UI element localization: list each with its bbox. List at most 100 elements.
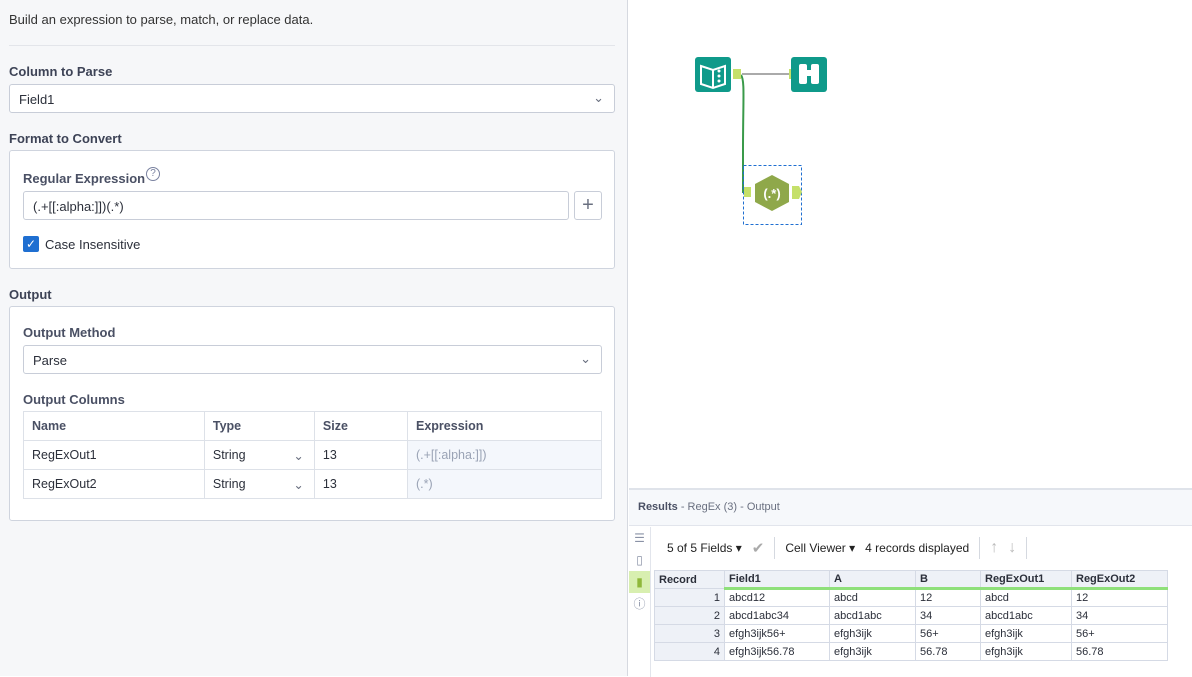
records-count: 4 records displayed (865, 541, 970, 555)
table-row: 4 efgh3ijk56.78 efgh3ijk 56.78 efgh3ijk 56.78 (654, 642, 1168, 661)
results-header: Results - RegEx (3) - Output (629, 490, 1192, 526)
divider (979, 537, 981, 559)
cell[interactable]: 12 (915, 588, 981, 607)
col-header[interactable]: RegExOut2 (1071, 570, 1168, 590)
col-header[interactable]: B (915, 570, 981, 590)
table-row: RegExOut2 String ⌄ 13 (.*) (23, 469, 602, 499)
cell[interactable]: abcd (980, 588, 1072, 607)
cell[interactable]: efgh3ijk (829, 624, 916, 643)
results-title: Results (638, 501, 678, 513)
output-label: Output (9, 287, 52, 302)
cell[interactable]: efgh3ijk (829, 642, 916, 661)
help-icon[interactable]: ⓘ (629, 593, 650, 615)
divider (9, 45, 615, 46)
col-header: Size (313, 411, 409, 441)
cell[interactable]: efgh3ijk (980, 624, 1072, 643)
cell[interactable]: abcd1abc (829, 606, 916, 625)
cell[interactable]: 56.78 (1071, 642, 1168, 661)
list-icon[interactable]: ☰ (629, 527, 650, 549)
check-icon[interactable]: ✔ (752, 539, 765, 557)
size-cell[interactable]: 13 (313, 469, 409, 499)
cell[interactable]: 56+ (915, 624, 981, 643)
cell[interactable]: 12 (1071, 588, 1168, 607)
results-sidebar: ☰ ▯ ▮ ⓘ (629, 527, 651, 677)
arrow-down-icon[interactable]: ↓ (1008, 539, 1016, 557)
cell[interactable]: 56.78 (915, 642, 981, 661)
type-value: String (212, 448, 246, 462)
cell[interactable]: efgh3ijk (980, 642, 1072, 661)
case-insensitive-label: Case Insensitive (45, 237, 141, 252)
workflow-canvas[interactable]: (.*) (629, 0, 1192, 488)
cell[interactable]: abcd (829, 588, 916, 607)
case-insensitive-checkbox[interactable]: ✓ (23, 236, 39, 252)
regex-value: (.+[[:alpha:]])(.*) (33, 199, 124, 214)
col-header: Type (203, 411, 315, 441)
cell[interactable]: abcd1abc34 (724, 606, 830, 625)
chevron-down-icon: ⌄ (293, 449, 304, 463)
cell[interactable]: abcd12 (724, 588, 830, 607)
column-to-parse-select[interactable]: Field1 ⌄ (9, 84, 615, 113)
cell[interactable]: 4 (654, 642, 725, 661)
results-subtitle: - RegEx (3) - Output (680, 501, 780, 513)
output-method-select[interactable]: Parse ⌄ (23, 345, 602, 374)
cell[interactable]: efgh3ijk56.78 (724, 642, 830, 661)
type-select[interactable]: String ⌄ (203, 469, 315, 499)
cell[interactable]: 3 (654, 624, 725, 643)
regex-input[interactable]: (.+[[:alpha:]])(.*) (23, 191, 569, 220)
arrow-up-icon[interactable]: ↑ (990, 539, 998, 557)
configuration-panel: Build an expression to parse, match, or … (0, 0, 628, 676)
cell[interactable]: 56+ (1071, 624, 1168, 643)
cell[interactable]: efgh3ijk56+ (724, 624, 830, 643)
format-label: Format to Convert (9, 131, 122, 146)
data-icon[interactable]: ▮ (629, 571, 650, 593)
divider (774, 537, 776, 559)
fields-dropdown[interactable]: 5 of 5 Fields ▾ (667, 541, 742, 555)
format-box: Regular Expression ? (.+[[:alpha:]])(.*)… (9, 150, 615, 269)
col-header[interactable]: Record (654, 570, 725, 589)
type-select[interactable]: String ⌄ (203, 440, 315, 470)
add-token-button[interactable]: + (574, 191, 602, 220)
chevron-down-icon: ⌄ (580, 351, 591, 366)
cell[interactable]: abcd1abc (980, 606, 1072, 625)
browse-tool-binoculars-icon[interactable] (791, 57, 827, 92)
cell[interactable]: 34 (915, 606, 981, 625)
results-toolbar: 5 of 5 Fields ▾ ✔ Cell Viewer ▾ 4 record… (667, 537, 1028, 559)
column-to-parse-label: Column to Parse (9, 64, 113, 79)
output-anchor (733, 69, 741, 79)
tool-description: Build an expression to parse, match, or … (9, 12, 314, 27)
table-row: 1 abcd12 abcd 12 abcd 12 (654, 588, 1168, 607)
expression-cell: (.*) (407, 469, 602, 499)
cell[interactable]: 1 (654, 588, 725, 607)
table-row: 3 efgh3ijk56+ efgh3ijk 56+ efgh3ijk 56+ (654, 624, 1168, 643)
regex-label: Regular Expression (23, 171, 146, 186)
cell[interactable]: 34 (1071, 606, 1168, 625)
table-row: 2 abcd1abc34 abcd1abc 34 abcd1abc 34 (654, 606, 1168, 625)
type-value: String (212, 477, 246, 491)
col-header: Expression (407, 411, 602, 441)
name-cell[interactable]: RegExOut1 (23, 440, 205, 470)
col-header[interactable]: A (829, 570, 916, 590)
input-tool-icon[interactable] (695, 57, 731, 92)
chevron-down-icon: ⌄ (593, 90, 604, 105)
workflow-diagram: (.*) (695, 57, 827, 225)
col-header[interactable]: RegExOut1 (980, 570, 1072, 590)
results-panel: Results - RegEx (3) - Output ☰ ▯ ▮ ⓘ 5 o… (629, 488, 1192, 677)
select-value: Parse (33, 353, 67, 368)
output-columns-label: Output Columns (23, 392, 125, 407)
divider (1026, 537, 1028, 559)
size-cell[interactable]: 13 (313, 440, 409, 470)
col-header: Name (23, 411, 205, 441)
col-header[interactable]: Field1 (724, 570, 830, 590)
output-box: Output Method Parse ⌄ Output Columns Name… (9, 306, 615, 521)
viewer-label: Cell Viewer (785, 541, 846, 555)
table-row: RegExOut1 String ⌄ 13 (.+[[:alpha:]]) (23, 440, 602, 470)
help-icon[interactable]: ? (146, 167, 160, 181)
metadata-icon[interactable]: ▯ (629, 549, 650, 571)
cell[interactable]: 2 (654, 606, 725, 625)
cell-viewer-dropdown[interactable]: Cell Viewer ▾ (785, 541, 855, 555)
output-anchor (792, 186, 802, 199)
svg-text:(.*): (.*) (763, 186, 780, 201)
fields-label: 5 of 5 Fields (667, 541, 733, 555)
output-columns-table: Name Type Size Expression RegExOut1 String ⌄ 1… (23, 411, 602, 499)
name-cell[interactable]: RegExOut2 (23, 469, 205, 499)
